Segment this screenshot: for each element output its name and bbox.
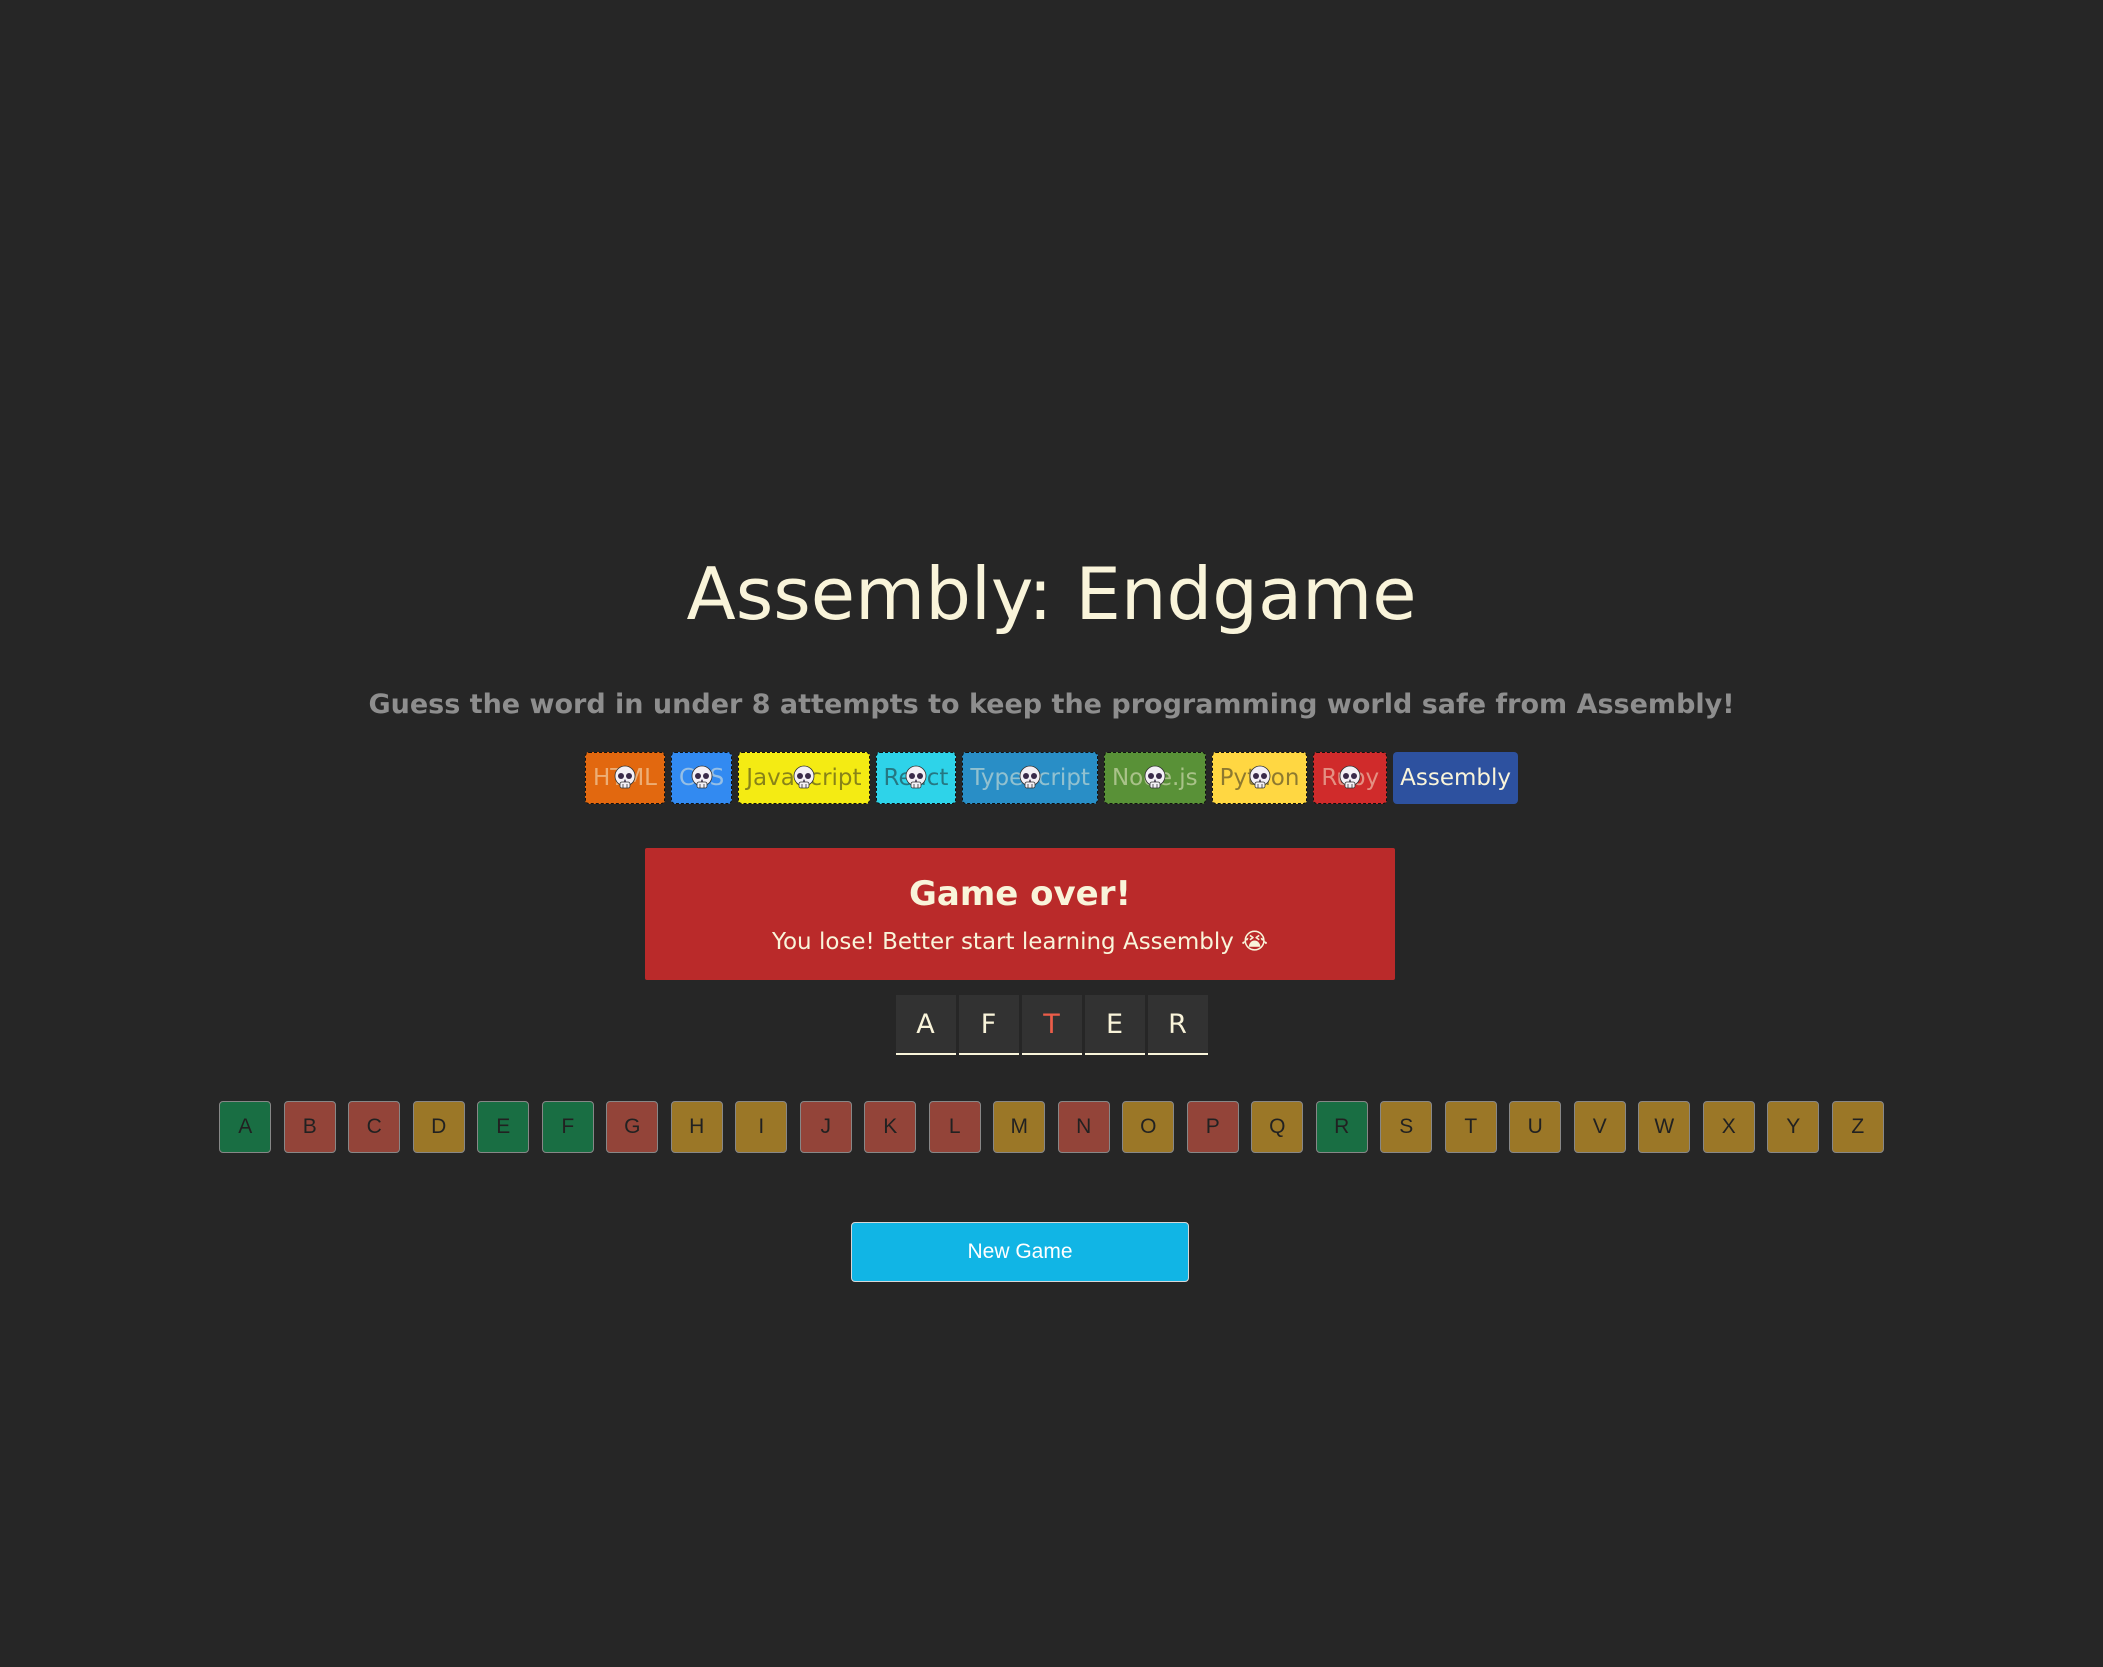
skull-icon <box>1019 765 1041 789</box>
page-title: Assembly: Endgame <box>686 552 1417 636</box>
key-m[interactable]: M <box>993 1101 1046 1153</box>
new-game-button[interactable]: New Game <box>851 1222 1189 1282</box>
key-s[interactable]: S <box>1380 1101 1433 1153</box>
language-chips: HTMLCSSJavaScriptReactTypeScriptNode.jsP… <box>0 752 2103 804</box>
letter-keyboard: ABCDEFGHIJKLMNOPQRSTUVWXYZ <box>0 1101 2103 1153</box>
key-k[interactable]: K <box>864 1101 917 1153</box>
key-b[interactable]: B <box>283 1101 336 1153</box>
skull-icon <box>1249 765 1270 789</box>
key-o[interactable]: O <box>1122 1101 1175 1153</box>
key-a[interactable]: A <box>219 1101 272 1153</box>
key-n[interactable]: N <box>1057 1101 1110 1153</box>
key-h[interactable]: H <box>670 1101 723 1153</box>
language-chip-python: Python <box>1211 752 1308 804</box>
key-w[interactable]: W <box>1638 1101 1691 1153</box>
language-chip-css: CSS <box>670 752 733 804</box>
key-i[interactable]: I <box>735 1101 788 1153</box>
status-title: Game over! <box>908 874 1132 914</box>
language-chip-node-js: Node.js <box>1103 752 1206 804</box>
key-v[interactable]: V <box>1573 1101 1626 1153</box>
key-f[interactable]: F <box>541 1101 594 1153</box>
skull-icon <box>1144 765 1166 789</box>
key-r[interactable]: R <box>1315 1101 1368 1153</box>
key-e[interactable]: E <box>477 1101 530 1153</box>
key-y[interactable]: Y <box>1767 1101 1820 1153</box>
language-chip-javascript: JavaScript <box>738 752 870 804</box>
key-z[interactable]: Z <box>1831 1101 1884 1153</box>
key-j[interactable]: J <box>799 1101 852 1153</box>
skull-icon <box>793 765 815 789</box>
word-letter: T <box>1021 995 1082 1055</box>
key-q[interactable]: Q <box>1251 1101 1304 1153</box>
skull-icon <box>1339 765 1361 789</box>
key-g[interactable]: G <box>606 1101 659 1153</box>
game-page: Assembly: Endgame Guess the word in unde… <box>0 0 2103 1667</box>
word-letter: R <box>1147 995 1208 1055</box>
key-l[interactable]: L <box>928 1101 981 1153</box>
language-chip-html: HTML <box>584 752 665 804</box>
language-chip-react: React <box>875 752 957 804</box>
language-chip-ruby: Ruby <box>1313 752 1388 804</box>
key-u[interactable]: U <box>1509 1101 1562 1153</box>
skull-icon <box>905 765 927 789</box>
page-subtitle: Guess the word in under 8 attempts to ke… <box>368 689 1735 720</box>
language-chip-assembly: Assembly <box>1393 752 1519 804</box>
key-t[interactable]: T <box>1444 1101 1497 1153</box>
skull-icon <box>614 765 636 789</box>
word-letter: A <box>895 995 956 1055</box>
key-d[interactable]: D <box>412 1101 465 1153</box>
key-c[interactable]: C <box>348 1101 401 1153</box>
word-letter: E <box>1084 995 1145 1055</box>
word-letter: F <box>958 995 1019 1055</box>
status-message: You lose! Better start learning Assembly… <box>771 929 1269 955</box>
word-display: AFTER <box>0 995 2103 1055</box>
key-p[interactable]: P <box>1186 1101 1239 1153</box>
key-x[interactable]: X <box>1702 1101 1755 1153</box>
language-chip-typescript: TypeScript <box>962 752 1098 804</box>
language-chip-label: Assembly <box>1400 765 1512 791</box>
skull-icon <box>691 765 713 789</box>
game-status-banner: Game over! You lose! Better start learni… <box>645 848 1395 980</box>
